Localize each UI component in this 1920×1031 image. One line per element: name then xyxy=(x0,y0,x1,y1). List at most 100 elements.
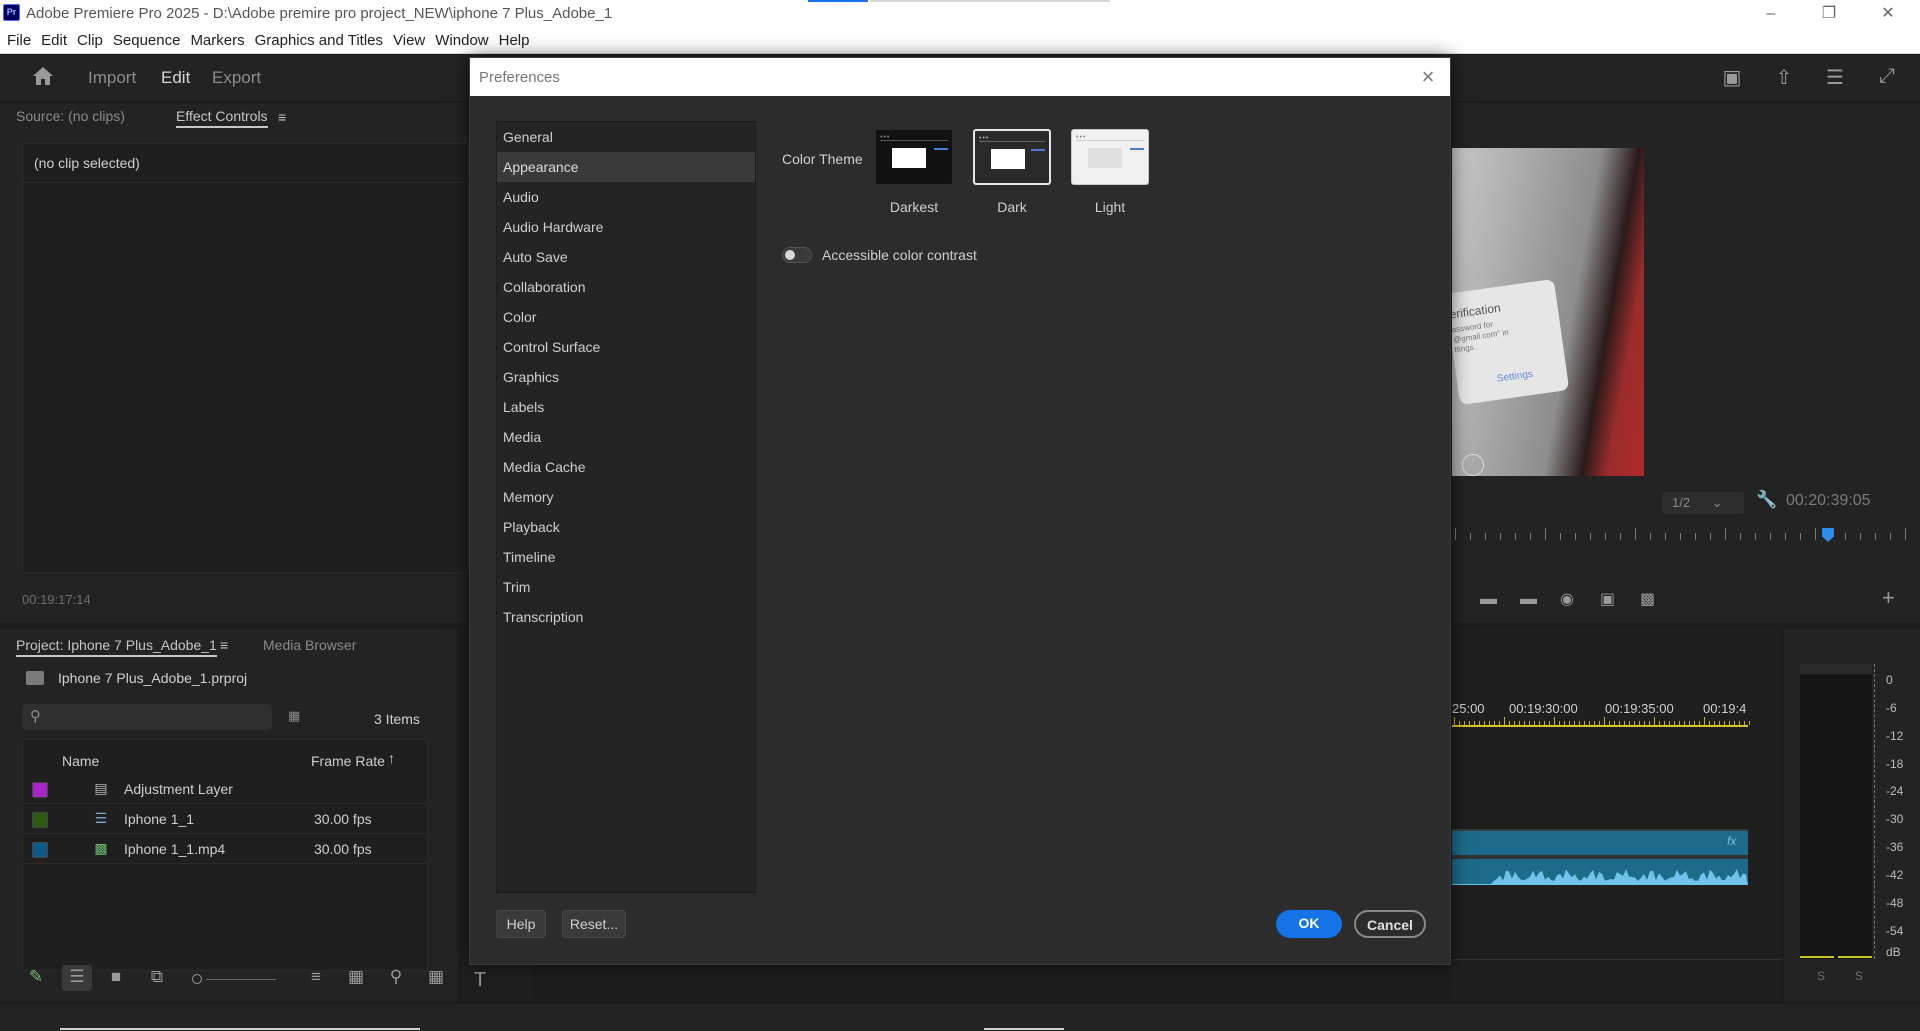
button-editor-plus-icon[interactable]: + xyxy=(1882,585,1895,611)
new-search-bin-icon[interactable]: ▦ xyxy=(288,708,300,724)
column-frame-rate-header[interactable]: Frame Rate xyxy=(311,753,385,769)
zoom-slider-handle[interactable] xyxy=(192,974,202,984)
fullscreen-icon[interactable]: ⤢ xyxy=(1874,65,1900,91)
category-memory[interactable]: Memory xyxy=(497,482,755,512)
freeform-view-icon[interactable]: ⧉ xyxy=(145,967,169,987)
ruler-tick xyxy=(1470,533,1471,540)
project-search-input[interactable]: ⚲ xyxy=(22,704,272,730)
sort-ascending-icon[interactable]: ↑ xyxy=(388,750,395,766)
accessible-contrast-toggle[interactable] xyxy=(782,247,812,263)
zoom-slider-track[interactable] xyxy=(206,979,276,980)
category-media-cache[interactable]: Media Cache xyxy=(497,452,755,482)
video-clip-bar[interactable]: fx xyxy=(1452,831,1748,855)
menu-help[interactable]: Help xyxy=(499,30,530,51)
category-audio-hardware[interactable]: Audio Hardware xyxy=(497,212,755,242)
quick-settings-icon[interactable]: ☰ xyxy=(1822,65,1848,91)
category-control-surface[interactable]: Control Surface xyxy=(497,332,755,362)
help-button[interactable]: Help xyxy=(496,910,546,938)
timeline-tick xyxy=(1559,721,1560,725)
find-icon[interactable]: ⚲ xyxy=(384,967,408,987)
table-row[interactable]: ▩ Iphone 1_1.mp4 30.00 fps xyxy=(22,834,428,864)
automate-to-sequence-icon[interactable]: ▦ xyxy=(344,967,368,987)
tab-media-browser[interactable]: Media Browser xyxy=(263,637,356,653)
timeline-tick xyxy=(1704,717,1705,725)
category-color[interactable]: Color xyxy=(497,302,755,332)
close-window-icon[interactable]: ✕ xyxy=(1877,3,1899,25)
tab-source[interactable]: Source: (no clips) xyxy=(16,108,125,124)
proxy-toggle-icon[interactable]: ▩ xyxy=(1640,589,1655,609)
home-icon[interactable] xyxy=(30,65,56,91)
panel-menu-icon[interactable]: ≡ xyxy=(278,109,286,125)
column-name-header[interactable]: Name xyxy=(62,753,99,769)
work-area-bar[interactable] xyxy=(1452,725,1748,727)
tab-edit[interactable]: Edit xyxy=(161,68,190,88)
tab-effect-controls[interactable]: Effect Controls xyxy=(176,108,268,128)
timeline-ruler[interactable] xyxy=(1452,717,1750,725)
settings-wrench-icon[interactable]: 🔧 xyxy=(1756,490,1777,510)
menu-graphics-and-titles[interactable]: Graphics and Titles xyxy=(255,30,383,51)
restore-icon[interactable]: ❐ xyxy=(1818,3,1840,25)
share-icon[interactable]: ⇧ xyxy=(1771,65,1797,91)
category-timeline[interactable]: Timeline xyxy=(497,542,755,572)
program-monitor-panel: erification assword for @gmail.com" in t… xyxy=(1452,103,1920,623)
export-frame-icon[interactable]: ◉ xyxy=(1560,589,1574,609)
label-color-swatch[interactable] xyxy=(32,842,48,858)
category-transcription[interactable]: Transcription xyxy=(497,602,755,632)
category-appearance[interactable]: Appearance xyxy=(497,152,755,182)
pencil-icon[interactable]: ✎ xyxy=(24,967,48,987)
comparison-view-icon[interactable]: ▣ xyxy=(1600,589,1615,609)
category-trim[interactable]: Trim xyxy=(497,572,755,602)
category-general[interactable]: General xyxy=(497,122,755,152)
resolution-select[interactable]: 1/2 ⌄ xyxy=(1662,492,1744,514)
new-bin-icon[interactable]: ▦ xyxy=(424,967,448,987)
solo-right-button[interactable]: S xyxy=(1855,969,1863,983)
menu-sequence[interactable]: Sequence xyxy=(113,30,181,51)
close-icon[interactable]: × xyxy=(1416,64,1440,90)
menu-window[interactable]: Window xyxy=(435,30,488,51)
workspaces-icon[interactable]: ▣ xyxy=(1719,65,1745,91)
tab-import[interactable]: Import xyxy=(88,68,136,88)
overwrite-icon[interactable]: ▬ xyxy=(1520,589,1537,609)
audio-clip-bar[interactable] xyxy=(1452,859,1748,885)
category-graphics[interactable]: Graphics xyxy=(497,362,755,392)
timeline-tick xyxy=(1484,721,1485,725)
meter-scale xyxy=(1874,664,1875,959)
project-panel-menu-icon[interactable]: ≡ xyxy=(220,637,228,653)
category-media[interactable]: Media xyxy=(497,422,755,452)
search-icon: ⚲ xyxy=(30,708,41,725)
theme-dark-option[interactable]: ••• xyxy=(973,129,1051,185)
ok-button[interactable]: OK xyxy=(1276,910,1342,938)
category-labels[interactable]: Labels xyxy=(497,392,755,422)
menu-edit[interactable]: Edit xyxy=(41,30,67,51)
category-auto-save[interactable]: Auto Save xyxy=(497,242,755,272)
menu-file[interactable]: File xyxy=(7,30,31,51)
tab-export[interactable]: Export xyxy=(212,68,261,88)
ruler-tick xyxy=(1455,528,1456,540)
theme-darkest-option[interactable]: ••• xyxy=(875,129,953,185)
category-audio[interactable]: Audio xyxy=(497,182,755,212)
solo-left-button[interactable]: S xyxy=(1817,969,1825,983)
menu-view[interactable]: View xyxy=(393,30,425,51)
insert-icon[interactable]: ▬ xyxy=(1480,589,1497,609)
category-collaboration[interactable]: Collaboration xyxy=(497,272,755,302)
label-color-swatch[interactable] xyxy=(32,812,48,828)
category-playback[interactable]: Playback xyxy=(497,512,755,542)
minimize-icon[interactable]: – xyxy=(1760,3,1782,25)
theme-light-option[interactable]: ••• xyxy=(1071,129,1149,185)
type-tool-icon[interactable]: T xyxy=(474,969,486,992)
cancel-button[interactable]: Cancel xyxy=(1354,910,1426,938)
tab-project[interactable]: Project: Iphone 7 Plus_Adobe_1 xyxy=(16,637,217,657)
label-color-swatch[interactable] xyxy=(32,782,48,798)
item-name: Iphone 1_1 xyxy=(124,811,195,827)
menu-markers[interactable]: Markers xyxy=(190,30,244,51)
menu-clip[interactable]: Clip xyxy=(77,30,103,51)
table-row[interactable]: ☰ Iphone 1_1 30.00 fps xyxy=(22,804,428,834)
sort-icon[interactable]: ≡ xyxy=(304,967,328,987)
icon-view-icon[interactable]: ■ xyxy=(104,967,128,987)
theme-preview-window xyxy=(1088,148,1122,168)
table-row[interactable]: ▤ Adjustment Layer xyxy=(22,774,428,804)
ruler-tick xyxy=(1710,533,1711,540)
reset-button[interactable]: Reset... xyxy=(562,910,626,938)
meter-label: -36 xyxy=(1886,840,1904,854)
program-time-ruler[interactable] xyxy=(1452,528,1920,544)
